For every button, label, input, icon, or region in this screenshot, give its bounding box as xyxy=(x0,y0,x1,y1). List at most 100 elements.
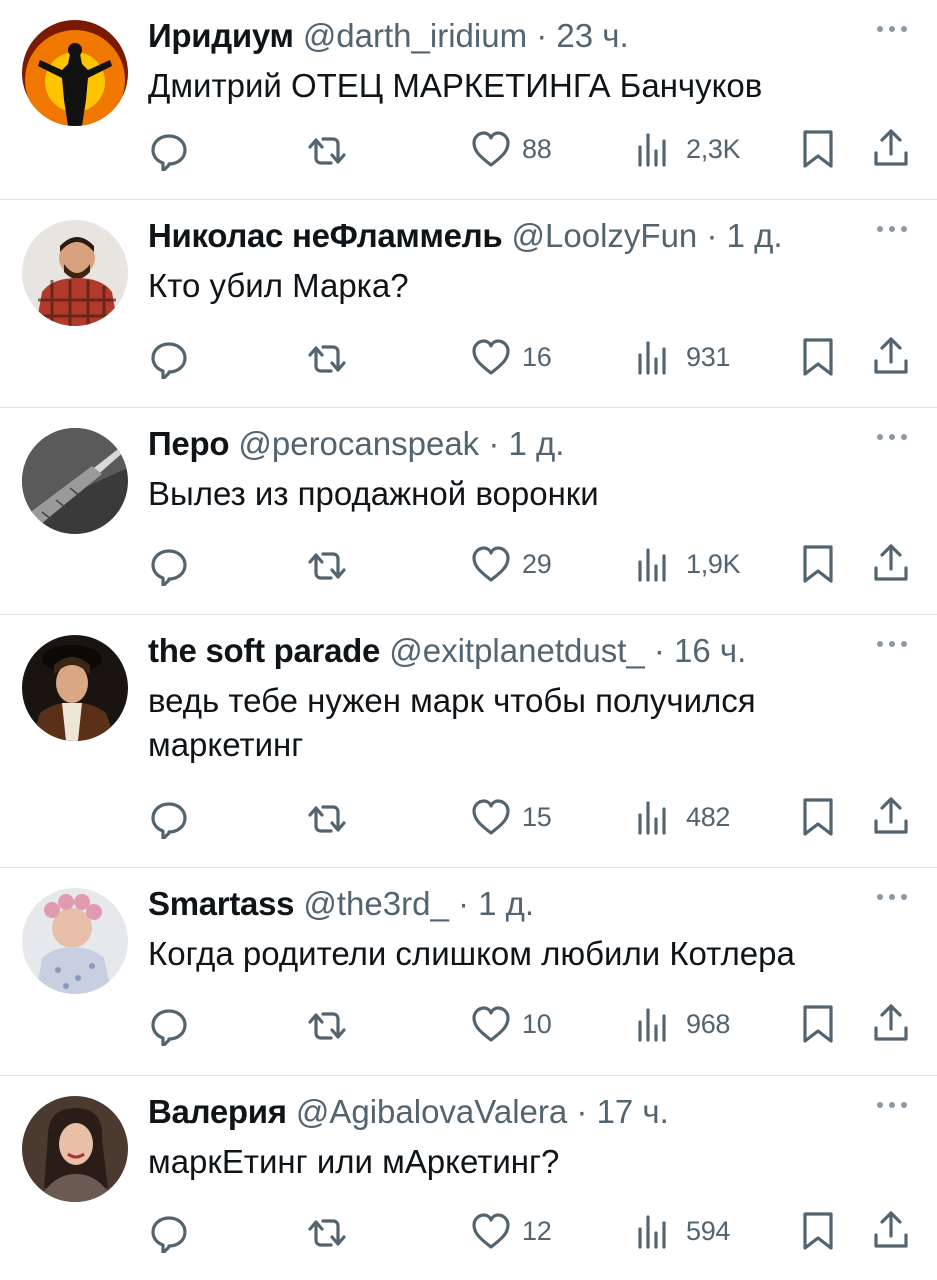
retweet-button[interactable] xyxy=(306,335,348,379)
reply-button[interactable] xyxy=(148,1209,190,1253)
views-button[interactable]: 2,3K xyxy=(634,127,741,171)
more-icon[interactable] xyxy=(875,430,909,444)
bookmark-icon xyxy=(803,1005,833,1043)
author-handle[interactable]: @LoolzyFun xyxy=(512,217,698,254)
like-count: 16 xyxy=(522,341,552,372)
retweet-button[interactable] xyxy=(306,542,348,586)
like-icon xyxy=(472,131,510,167)
like-button[interactable]: 15 xyxy=(470,795,552,839)
like-button[interactable]: 88 xyxy=(470,127,552,171)
share-button[interactable] xyxy=(870,1002,912,1046)
retweet-button[interactable] xyxy=(306,795,348,839)
retweet-icon xyxy=(308,805,346,833)
avatar[interactable] xyxy=(22,888,128,994)
action-bar: 12 594 xyxy=(0,1209,937,1253)
avatar[interactable] xyxy=(22,20,128,126)
retweet-button[interactable] xyxy=(306,1002,348,1046)
author-name[interactable]: the soft parade xyxy=(148,632,380,669)
tweet-card[interactable]: Иридиум @darth_iridium · 23 ч. Дмитрий ОТ… xyxy=(0,0,937,200)
bookmark-button[interactable] xyxy=(797,1209,839,1253)
like-button[interactable]: 16 xyxy=(470,335,552,379)
avatar[interactable] xyxy=(22,220,128,326)
views-button[interactable]: 1,9K xyxy=(634,542,741,586)
post-time[interactable]: 23 ч. xyxy=(556,17,628,54)
reply-icon xyxy=(151,802,187,839)
author-name[interactable]: Валерия xyxy=(148,1093,287,1130)
avatar[interactable] xyxy=(22,635,128,741)
bookmark-button[interactable] xyxy=(797,127,839,171)
tweet-text: Дмитрий ОТЕЦ МАРКЕТИНГА Банчуков xyxy=(148,67,763,104)
share-button[interactable] xyxy=(870,1209,912,1253)
tweet-card[interactable]: the soft parade @exitplanetdust_ · 16 ч.… xyxy=(0,615,937,868)
author-name[interactable]: Перо xyxy=(148,425,229,462)
like-count: 15 xyxy=(522,801,552,832)
dot-separator: · xyxy=(479,425,509,462)
bookmark-icon xyxy=(803,1212,833,1250)
avatar[interactable] xyxy=(22,1096,128,1202)
share-button[interactable] xyxy=(870,127,912,171)
like-button[interactable]: 12 xyxy=(470,1209,552,1253)
share-icon xyxy=(874,797,908,834)
tweet-header: Николас неФламмель @LoolzyFun · 1 д. xyxy=(148,216,783,256)
bookmark-button[interactable] xyxy=(797,795,839,839)
like-count: 29 xyxy=(522,548,552,579)
more-icon[interactable] xyxy=(875,890,909,904)
share-button[interactable] xyxy=(870,795,912,839)
post-time[interactable]: 1 д. xyxy=(727,217,783,254)
author-name[interactable]: Николас неФламмель xyxy=(148,217,503,254)
views-icon xyxy=(638,133,666,167)
reply-button[interactable] xyxy=(148,795,190,839)
author-handle[interactable]: @the3rd_ xyxy=(303,885,448,922)
share-button[interactable] xyxy=(870,542,912,586)
more-icon[interactable] xyxy=(875,222,909,236)
reply-button[interactable] xyxy=(148,335,190,379)
retweet-button[interactable] xyxy=(306,127,348,171)
reply-icon xyxy=(151,549,187,586)
share-button[interactable] xyxy=(870,335,912,379)
reply-button[interactable] xyxy=(148,542,190,586)
share-icon xyxy=(874,544,908,581)
more-icon[interactable] xyxy=(875,1098,909,1112)
post-time[interactable]: 1 д. xyxy=(478,885,534,922)
like-count: 88 xyxy=(522,133,552,164)
tweet-card[interactable]: Николас неФламмель @LoolzyFun · 1 д. Кто … xyxy=(0,200,937,408)
tweet-header: Smartass @the3rd_ · 1 д. xyxy=(148,884,534,924)
author-handle[interactable]: @darth_iridium xyxy=(303,17,527,54)
post-time[interactable]: 16 ч. xyxy=(674,632,746,669)
avatar[interactable] xyxy=(22,428,128,534)
post-time[interactable]: 1 д. xyxy=(509,425,565,462)
views-button[interactable]: 594 xyxy=(634,1209,730,1253)
avatar-image xyxy=(22,220,128,326)
bookmark-button[interactable] xyxy=(797,335,839,379)
bookmark-button[interactable] xyxy=(797,1002,839,1046)
author-handle[interactable]: @perocanspeak xyxy=(238,425,479,462)
retweet-button[interactable] xyxy=(306,1209,348,1253)
like-icon xyxy=(472,339,510,375)
views-icon xyxy=(638,801,666,835)
post-time[interactable]: 17 ч. xyxy=(597,1093,669,1130)
reply-button[interactable] xyxy=(148,127,190,171)
tweet-card[interactable]: Валерия @AgibalovaValera · 17 ч. маркЕтин… xyxy=(0,1076,937,1280)
dot-separator: · xyxy=(644,632,675,669)
like-button[interactable]: 10 xyxy=(470,1002,552,1046)
views-button[interactable]: 482 xyxy=(634,795,730,839)
reply-button[interactable] xyxy=(148,1002,190,1046)
avatar-image xyxy=(22,635,128,741)
views-button[interactable]: 968 xyxy=(634,1002,730,1046)
tweet-card[interactable]: Smartass @the3rd_ · 1 д. Когда родители с… xyxy=(0,868,937,1076)
more-icon[interactable] xyxy=(875,22,909,36)
views-button[interactable]: 931 xyxy=(634,335,730,379)
like-icon xyxy=(472,1006,510,1042)
dot-separator: · xyxy=(448,885,479,922)
author-name[interactable]: Smartass xyxy=(148,885,295,922)
like-count: 12 xyxy=(522,1215,552,1246)
more-icon[interactable] xyxy=(875,637,909,651)
bookmark-button[interactable] xyxy=(797,542,839,586)
like-button[interactable]: 29 xyxy=(470,542,552,586)
tweet-card[interactable]: Перо @perocanspeak · 1 д. Вылез из продаж… xyxy=(0,408,937,615)
author-handle[interactable]: @exitplanetdust_ xyxy=(389,632,645,669)
bookmark-icon xyxy=(803,545,833,583)
author-name[interactable]: Иридиум xyxy=(148,17,294,54)
tweet-text: Когда родители слишком любили Котлера xyxy=(148,935,795,972)
author-handle[interactable]: @AgibalovaValera xyxy=(296,1093,567,1130)
